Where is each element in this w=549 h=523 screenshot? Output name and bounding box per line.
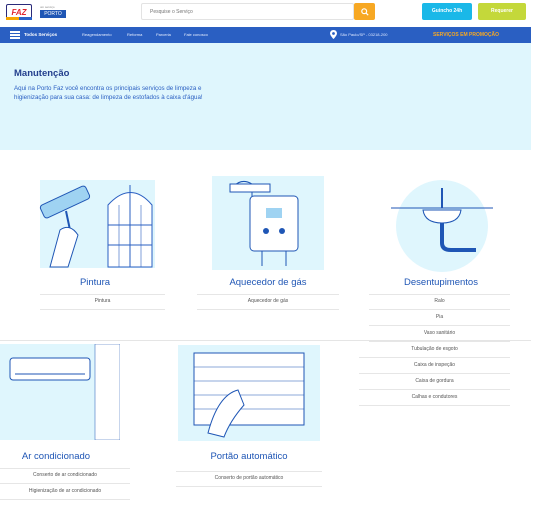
logo-stripe	[6, 17, 32, 20]
service-link-ralo[interactable]: Ralo	[369, 294, 510, 310]
quick-tow-button[interactable]: Guincho 24h	[422, 3, 472, 20]
service-link-caixa-gordura[interactable]: Caixa de gordura	[359, 374, 510, 390]
gas-heater-illustration	[212, 176, 324, 270]
plumbing-illustration	[391, 180, 493, 272]
hero-banner: Manutenção Aqui na Porto Faz você encont…	[0, 43, 531, 150]
search-button[interactable]	[354, 3, 375, 20]
nav-link-reagendamento[interactable]: Reagendamento	[82, 27, 112, 43]
service-link-conserto-portao[interactable]: Conserto de portão automático	[176, 471, 322, 487]
category-title-ar-condicionado[interactable]: Ar condicionado	[0, 451, 112, 462]
service-link-calhas[interactable]: Calhas e condutores	[359, 390, 510, 406]
category-title-pintura[interactable]: Pintura	[30, 277, 160, 288]
top-header: FAZ um serviço PORTO Guincho 24h Requere…	[0, 0, 549, 24]
menu-icon[interactable]	[10, 31, 20, 39]
nav-all-services[interactable]: Todos Serviços	[24, 27, 57, 43]
page-title: Manutenção	[14, 68, 70, 79]
porto-faz-logo[interactable]: FAZ	[6, 4, 32, 20]
service-link-aquecedor[interactable]: Aquecedor de gás	[197, 294, 339, 310]
service-link-conserto-ar[interactable]: Conserto de ar condicionado	[0, 468, 130, 484]
automatic-gate-illustration	[178, 345, 320, 441]
location-text[interactable]: São Paulo/SP - 03218-200	[340, 27, 388, 43]
category-title-aquecedor[interactable]: Aquecedor de gás	[205, 277, 331, 288]
category-title-portao[interactable]: Portão automático	[178, 451, 320, 462]
service-link-tubulacao[interactable]: Tubulação de esgoto	[359, 342, 510, 358]
partner-badge: PORTO	[40, 10, 66, 18]
air-conditioner-illustration	[0, 344, 120, 440]
service-link-higienizacao-ar[interactable]: Higienização de ar condicionado	[0, 484, 130, 500]
request-button[interactable]: Requerer	[478, 3, 526, 20]
nav-link-parceria[interactable]: Parceria	[156, 27, 171, 43]
logo-text: FAZ	[11, 7, 27, 17]
nav-promo[interactable]: SERVIÇOS EM PROMOÇÃO	[433, 27, 499, 43]
search-input[interactable]	[141, 3, 354, 20]
service-link-pia[interactable]: Pia	[369, 310, 510, 326]
painting-illustration	[39, 180, 155, 268]
partner-small-text: um serviço	[40, 5, 55, 9]
page-description: Aqui na Porto Faz você encontra os princ…	[14, 85, 203, 101]
service-link-caixa-inspecao[interactable]: Caixa de inspeção	[359, 358, 510, 374]
nav-link-contato[interactable]: Fale conosco	[184, 27, 208, 43]
category-title-desentupimentos[interactable]: Desentupimentos	[380, 277, 502, 288]
search-icon	[360, 7, 369, 16]
service-link-pintura[interactable]: Pintura	[40, 294, 165, 310]
nav-link-reforma[interactable]: Reforma	[127, 27, 142, 43]
partner-logo: um serviço PORTO	[40, 5, 68, 19]
main-nav: Todos Serviços Reagendamento Reforma Par…	[0, 27, 531, 43]
location-pin-icon	[330, 30, 337, 39]
section-divider	[0, 340, 531, 341]
